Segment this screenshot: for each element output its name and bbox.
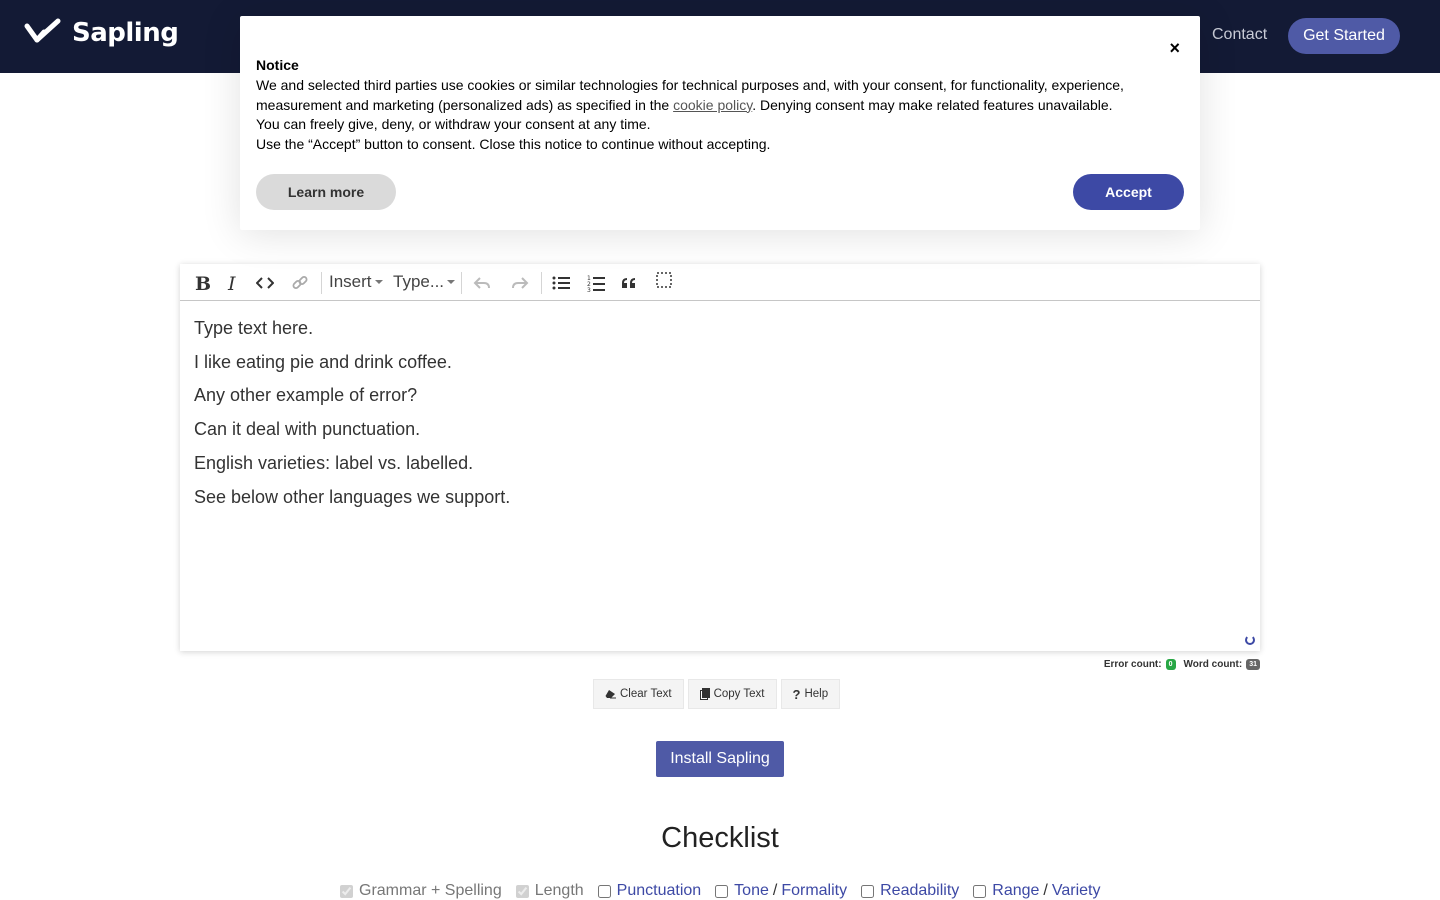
accept-button[interactable]: Accept — [1073, 174, 1184, 210]
notice-title: Notice — [256, 57, 299, 73]
punctuation-label[interactable]: Punctuation — [617, 882, 702, 900]
length-checkbox[interactable] — [515, 884, 529, 898]
svg-text:3: 3 — [587, 287, 591, 292]
bold-icon[interactable]: B — [192, 270, 212, 296]
check-punctuation[interactable]: Punctuation — [597, 882, 702, 900]
type-dropdown-label: Type... — [393, 272, 445, 291]
editor-line: English varieties: label vs. labelled. — [194, 452, 474, 473]
code-icon[interactable] — [255, 270, 275, 296]
chevron-down-icon — [374, 280, 383, 284]
insert-dropdown[interactable]: Insert — [329, 272, 383, 292]
checklist-options: Grammar + Spelling Length Punctuation To… — [340, 882, 1100, 900]
sapling-logo[interactable]: Sapling — [24, 18, 179, 48]
help-label: Help — [804, 688, 829, 700]
editor-content[interactable]: Type text here. I like eating pie and dr… — [194, 312, 510, 514]
learn-more-button[interactable]: Learn more — [256, 174, 396, 210]
bullet-list-icon[interactable] — [551, 270, 571, 296]
length-label: Length — [534, 882, 584, 899]
toolbar-divider — [541, 272, 542, 294]
toolbar-divider — [321, 272, 322, 294]
editor-actions: Clear Text Copy Text ? Help — [593, 679, 841, 709]
copy-text-label: Copy Text — [713, 688, 765, 700]
word-count-badge: 31 — [1246, 659, 1260, 670]
editor-toolbar: B I Insert Type... 123 — [180, 264, 1260, 301]
check-grammar-spelling[interactable]: Grammar + Spelling — [340, 882, 502, 900]
clear-text-label: Clear Text — [620, 688, 672, 700]
notice-line-3: Use the “Accept” button to consent. Clos… — [256, 135, 771, 152]
check-readability[interactable]: Readability — [861, 882, 959, 900]
error-count-label: Error count: — [1103, 659, 1162, 670]
chevron-down-icon — [447, 280, 456, 284]
grammar-label: Grammar + Spelling — [359, 882, 502, 899]
tone-checkbox[interactable] — [715, 884, 729, 898]
editor-line: Type text here. — [194, 318, 314, 338]
get-started-button[interactable]: Get Started — [1288, 18, 1400, 54]
editor-line: Can it deal with punctuation. — [194, 419, 421, 440]
readability-label[interactable]: Readability — [880, 882, 959, 900]
quote-icon[interactable] — [620, 270, 638, 296]
error-count-badge: 0 — [1165, 659, 1176, 670]
close-icon[interactable]: × — [1169, 38, 1180, 59]
notice-paragraph: We and selected third parties use cookie… — [256, 76, 1176, 115]
clear-text-button[interactable]: Clear Text — [593, 679, 684, 709]
word-count-label: Word count: — [1183, 659, 1243, 670]
range-label[interactable]: Range — [992, 882, 1039, 900]
svg-text:I: I — [227, 274, 236, 292]
tone-label[interactable]: Tone — [734, 882, 769, 900]
select-all-icon[interactable] — [654, 267, 674, 293]
copy-text-button[interactable]: Copy Text — [687, 679, 777, 709]
check-length[interactable]: Length — [515, 882, 584, 900]
question-icon: ? — [792, 686, 801, 702]
editor-counts: Error count: 0 Word count: 31 — [1104, 659, 1260, 670]
numbered-list-icon[interactable]: 123 — [586, 270, 606, 296]
readability-checkbox[interactable] — [861, 884, 875, 898]
editor-line: See below other languages we support. — [194, 486, 511, 507]
notice-body: We and selected third parties use cookie… — [256, 76, 1176, 154]
notice-line-2: You can freely give, deny, or withdraw y… — [256, 116, 651, 132]
insert-dropdown-label: Insert — [329, 272, 372, 291]
eraser-icon — [605, 690, 616, 699]
loading-spinner-icon — [1245, 635, 1255, 645]
notice-text-after: . Denying consent may make related featu… — [752, 96, 1113, 113]
checklist-title: Checklist — [661, 822, 779, 854]
nav-contact-link[interactable]: Contact — [1212, 26, 1267, 44]
install-sapling-button[interactable]: Install Sapling — [656, 741, 784, 777]
formality-label[interactable]: Formality — [781, 882, 847, 900]
slash-separator: / — [1043, 882, 1048, 899]
check-tone-formality[interactable]: Tone / Formality — [715, 882, 847, 900]
toolbar-divider — [461, 272, 462, 294]
grammar-checkbox[interactable] — [340, 884, 353, 898]
range-checkbox[interactable] — [973, 884, 987, 898]
italic-icon[interactable]: I — [224, 270, 242, 296]
svg-text:B: B — [195, 274, 210, 292]
text-editor: B I Insert Type... 123 Type text here. I… — [180, 264, 1260, 651]
copy-icon — [699, 688, 710, 700]
brand-name: Sapling — [72, 18, 179, 48]
variety-label[interactable]: Variety — [1052, 882, 1101, 900]
link-icon[interactable] — [290, 270, 310, 296]
check-range-variety[interactable]: Range / Variety — [973, 882, 1100, 900]
type-dropdown[interactable]: Type... — [393, 272, 456, 292]
cookie-policy-link[interactable]: cookie policy — [673, 97, 752, 113]
cookie-notice-dialog: Notice × We and selected third parties u… — [240, 16, 1200, 230]
slash-separator: / — [772, 882, 778, 899]
punctuation-checkbox[interactable] — [597, 884, 611, 898]
redo-icon[interactable] — [510, 270, 530, 296]
editor-line: I like eating pie and drink coffee. — [194, 351, 452, 372]
undo-icon[interactable] — [472, 270, 492, 296]
sapling-logo-icon — [24, 18, 61, 43]
help-button[interactable]: ? Help — [780, 679, 841, 709]
editor-line: Any other example of error? — [194, 385, 418, 406]
